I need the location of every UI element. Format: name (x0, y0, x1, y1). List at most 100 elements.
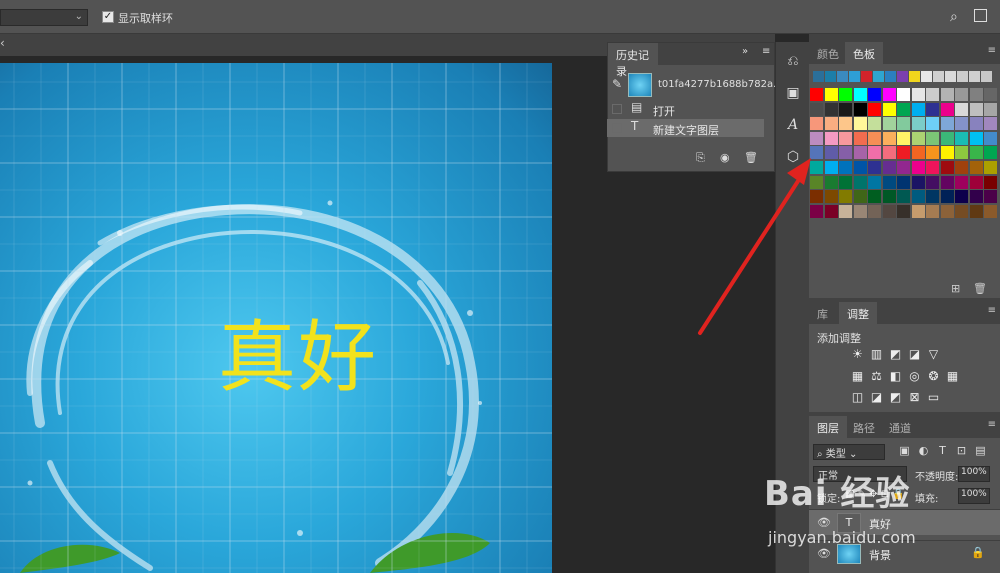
color-swatch[interactable] (824, 131, 838, 145)
color-swatch[interactable] (810, 175, 823, 189)
color-swatch[interactable] (955, 190, 968, 204)
tab-libraries[interactable]: 库 (809, 302, 836, 324)
color-swatch[interactable] (882, 204, 896, 218)
color-swatch[interactable] (882, 146, 896, 160)
tab-adjustments[interactable]: 调整 (839, 302, 877, 324)
tab-history[interactable]: 历史记录 (608, 43, 658, 78)
color-swatch[interactable] (882, 175, 896, 189)
color-swatch[interactable] (926, 88, 939, 101)
color-swatch[interactable] (824, 161, 838, 174)
color-swatch[interactable] (955, 146, 968, 160)
color-swatch[interactable] (868, 161, 881, 174)
search-icon[interactable]: ⌕ (950, 9, 958, 25)
color-swatch[interactable] (955, 117, 968, 131)
recent-swatch[interactable] (981, 71, 992, 82)
pixel-filter-icon[interactable]: ▣ (895, 444, 914, 457)
color-balance-icon[interactable]: ⚖ (868, 370, 885, 383)
history-panel-icon[interactable]: ⎌ (776, 46, 810, 76)
color-swatch[interactable] (897, 175, 910, 189)
color-swatch[interactable] (926, 117, 939, 131)
recent-swatch[interactable] (873, 71, 884, 82)
color-swatch[interactable] (940, 102, 954, 116)
camera-icon[interactable]: ◉ (720, 151, 730, 164)
black-white-icon[interactable]: ◧ (887, 370, 904, 383)
vibrance-icon[interactable]: ▽ (925, 348, 942, 361)
color-swatch[interactable] (955, 161, 968, 174)
recent-swatch[interactable] (849, 71, 860, 82)
document-canvas[interactable]: 真好 (0, 63, 552, 573)
color-swatch[interactable] (969, 88, 983, 101)
color-swatch[interactable] (868, 88, 881, 101)
selective-color-icon[interactable]: ⊠ (906, 391, 923, 404)
color-swatch[interactable] (911, 102, 925, 116)
trash-icon[interactable]: 🗑 (973, 282, 987, 295)
history-source-checkbox[interactable] (612, 123, 622, 133)
history-step[interactable]: ▤ 打开 (607, 100, 763, 118)
color-swatch[interactable] (911, 175, 925, 189)
exposure-icon[interactable]: ◪ (906, 348, 923, 361)
photo-filter-icon[interactable]: ◎ (906, 370, 923, 383)
panel-menu-icon[interactable]: ≡ (988, 45, 996, 56)
color-swatch[interactable] (897, 88, 910, 101)
color-swatch[interactable] (911, 161, 925, 174)
color-swatch[interactable] (984, 131, 997, 145)
color-swatch[interactable] (810, 88, 823, 101)
panel-menu-icon[interactable]: ≡ (988, 419, 996, 430)
color-swatch[interactable] (969, 146, 983, 160)
recent-swatch[interactable] (921, 71, 932, 82)
history-step-selected[interactable]: T 新建文字图层 (607, 119, 764, 137)
color-swatch[interactable] (824, 146, 838, 160)
color-swatch[interactable] (897, 190, 910, 204)
color-swatch[interactable] (926, 190, 939, 204)
color-swatch[interactable] (839, 161, 852, 174)
recent-swatch[interactable] (813, 71, 824, 82)
color-swatch[interactable] (882, 117, 896, 131)
color-swatch[interactable] (882, 161, 896, 174)
color-swatch[interactable] (882, 190, 896, 204)
color-swatch[interactable] (969, 102, 983, 116)
color-swatch[interactable] (955, 88, 968, 101)
color-swatch[interactable] (926, 146, 939, 160)
new-document-from-state-icon[interactable]: ⎘ (696, 151, 705, 165)
color-swatch[interactable] (853, 190, 867, 204)
tab-swatches[interactable]: 色板 (845, 42, 883, 64)
collapse-panel-icon[interactable]: » (742, 46, 748, 57)
recent-swatch[interactable] (825, 71, 836, 82)
color-swatch[interactable] (897, 161, 910, 174)
recent-swatch[interactable] (969, 71, 980, 82)
history-source-checkbox[interactable] (612, 104, 622, 114)
color-swatch[interactable] (984, 102, 997, 116)
posterize-icon[interactable]: ◪ (868, 391, 885, 404)
tab-paths[interactable]: 路径 (845, 416, 883, 438)
color-swatch[interactable] (940, 190, 954, 204)
color-swatch[interactable] (882, 88, 896, 101)
color-swatch[interactable] (839, 117, 852, 131)
color-swatch[interactable] (868, 117, 881, 131)
color-swatch[interactable] (911, 117, 925, 131)
color-swatch[interactable] (824, 102, 838, 116)
color-swatch[interactable] (940, 175, 954, 189)
color-swatch[interactable] (969, 117, 983, 131)
color-swatch[interactable] (955, 204, 968, 218)
recent-swatch[interactable] (945, 71, 956, 82)
color-swatch[interactable] (810, 146, 823, 160)
color-swatch[interactable] (868, 102, 881, 116)
levels-icon[interactable]: ▥ (868, 348, 885, 361)
color-swatch[interactable] (839, 175, 852, 189)
color-swatch[interactable] (984, 117, 997, 131)
color-swatch[interactable] (868, 146, 881, 160)
tab-color[interactable]: 颜色 (809, 42, 847, 64)
color-lookup-icon[interactable]: ▦ (944, 370, 961, 383)
color-swatch[interactable] (940, 117, 954, 131)
color-swatch[interactable] (839, 204, 852, 218)
color-swatch[interactable] (940, 161, 954, 174)
color-swatch[interactable] (984, 190, 997, 204)
color-swatch[interactable] (868, 175, 881, 189)
color-swatch[interactable] (868, 131, 881, 145)
type-filter-icon[interactable]: T (933, 444, 952, 457)
color-swatch[interactable] (839, 190, 852, 204)
color-swatch[interactable] (926, 102, 939, 116)
color-swatch[interactable] (839, 102, 852, 116)
recent-swatch[interactable] (861, 71, 872, 82)
color-swatch[interactable] (810, 161, 823, 174)
